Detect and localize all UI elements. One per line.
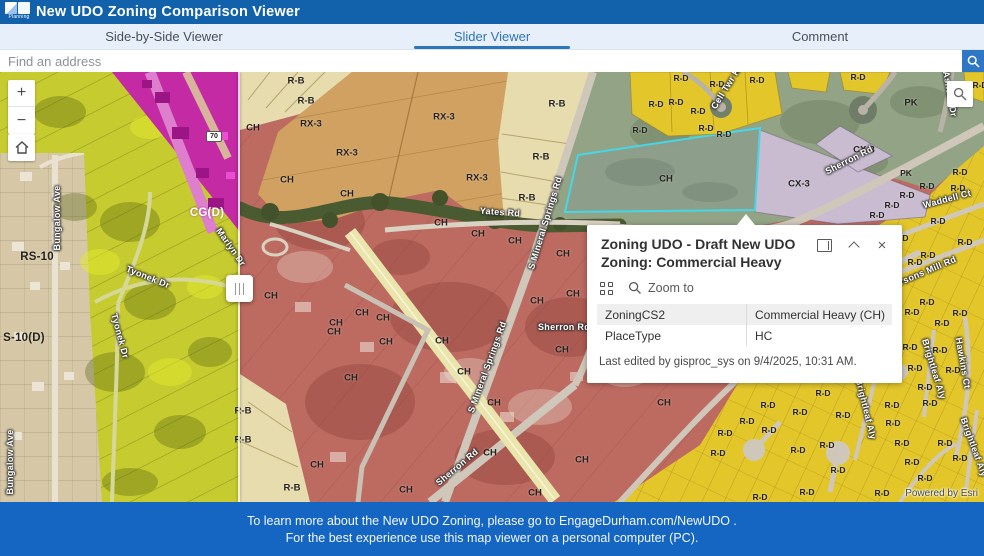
zoom-control-group: + − xyxy=(8,80,35,134)
old-zoning-map-pane[interactable] xyxy=(0,72,240,502)
popup-title: Zoning UDO - Draft New UDO Zoning: Comme… xyxy=(601,236,817,271)
last-edited-note: Last edited by gisproc_sys on 9/4/2025, … xyxy=(587,346,902,368)
feature-popup: Zoning UDO - Draft New UDO Zoning: Comme… xyxy=(587,225,902,383)
zoom-out-button[interactable]: − xyxy=(8,107,35,134)
info-footer: To learn more about the New UDO Zoning, … xyxy=(0,502,984,556)
address-search-bar xyxy=(0,50,984,72)
home-button[interactable] xyxy=(8,134,35,161)
logo-tile-seal xyxy=(18,2,30,14)
tab-slider-viewer[interactable]: Slider Viewer xyxy=(328,24,656,49)
zoom-to-button[interactable]: Zoom to xyxy=(628,281,694,295)
home-icon xyxy=(15,141,29,154)
map-canvas[interactable]: RS-10S-10(D)CG(D)R-BR-BR-BR-BR-BR-BR-BR-… xyxy=(0,72,984,502)
collapse-chevron-icon[interactable] xyxy=(849,239,859,249)
map-attribution: Powered by Esri xyxy=(902,487,981,500)
magnifier-icon xyxy=(628,281,642,295)
table-row: ZoningCS2 Commercial Heavy (CH) xyxy=(597,304,892,325)
logo-caption: Planning xyxy=(5,14,33,20)
close-icon[interactable]: × xyxy=(876,239,888,253)
swipe-handle[interactable] xyxy=(226,275,253,302)
app-window: Planning New UDO Zoning Comparison Viewe… xyxy=(0,0,984,556)
search-input[interactable] xyxy=(0,50,962,72)
app-title: New UDO Zoning Comparison Viewer xyxy=(36,4,300,20)
field-name: PlaceType xyxy=(597,329,746,343)
tab-comment[interactable]: Comment xyxy=(656,24,984,49)
footer-line-1: To learn more about the New UDO Zoning, … xyxy=(0,502,984,528)
popup-callout-arrow xyxy=(737,214,755,225)
highway-shield: 70 xyxy=(206,131,222,142)
field-value: Commercial Heavy (CH) xyxy=(746,304,892,325)
footer-line-2: For the best experience use this map vie… xyxy=(0,528,984,545)
tab-side-by-side-viewer[interactable]: Side-by-Side Viewer xyxy=(0,24,328,49)
map-search-button[interactable] xyxy=(947,81,973,107)
field-name: ZoningCS2 xyxy=(597,308,746,322)
attribute-table: ZoningCS2 Commercial Heavy (CH) PlaceTyp… xyxy=(597,304,892,346)
search-icon xyxy=(953,87,967,101)
popup-actions-icon[interactable] xyxy=(600,282,613,295)
search-submit-button[interactable] xyxy=(962,50,984,72)
viewer-tabbar: Side-by-Side Viewer Slider Viewer Commen… xyxy=(0,24,984,50)
planning-department-logo: Planning xyxy=(5,2,33,22)
search-icon xyxy=(967,55,980,68)
logo-tile-document xyxy=(5,2,17,14)
dock-icon[interactable] xyxy=(817,239,832,252)
zoom-in-button[interactable]: + xyxy=(8,80,35,107)
active-tab-underline xyxy=(414,46,570,49)
app-header: Planning New UDO Zoning Comparison Viewe… xyxy=(0,0,984,24)
table-row: PlaceType HC xyxy=(597,325,892,346)
field-value: HC xyxy=(746,325,892,346)
